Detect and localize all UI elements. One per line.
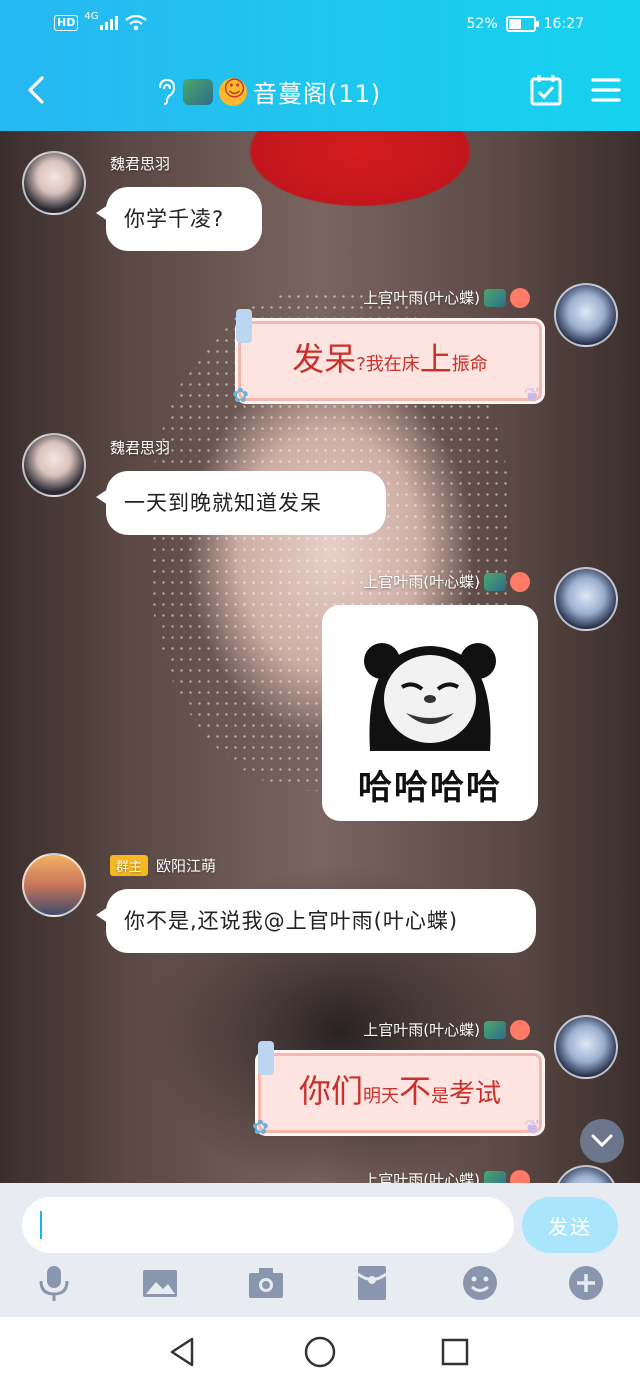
- chat-area[interactable]: 魏君思羽 你学千凌? 上官叶雨(叶心蝶) 发呆 ?我在 床 上 振命 ✿ ❦ 魏…: [0, 131, 640, 1183]
- avatar[interactable]: [554, 283, 618, 347]
- butterfly-decoration-icon: ❦: [524, 383, 541, 407]
- sender-name-text: 欧阳江萌: [156, 857, 217, 875]
- back-arrow-icon[interactable]: [20, 72, 56, 108]
- bow-decoration-icon: ✿: [232, 383, 249, 407]
- dragon-emoji-icon: [484, 1170, 506, 1183]
- fancy-text: 上: [419, 340, 452, 378]
- sender-name-text: 魏君思羽: [110, 439, 171, 457]
- message-bubble[interactable]: 你学千凌?: [96, 187, 262, 251]
- chat-title: 音蔓阁(11): [253, 80, 382, 108]
- fancy-text: 明天: [362, 1086, 399, 1107]
- nav-back-icon[interactable]: [166, 1335, 200, 1369]
- fancy-text: 是: [431, 1086, 449, 1107]
- smile-emoji-icon: [510, 1019, 530, 1040]
- nav-home-icon[interactable]: [303, 1335, 337, 1369]
- butterfly-decoration-icon: ❦: [524, 1115, 541, 1139]
- sender-name: 群主 欧阳江萌: [110, 855, 216, 876]
- sticker-caption: 哈哈哈哈: [358, 768, 502, 808]
- input-toolbar: [0, 1263, 640, 1309]
- ear-icon: [159, 78, 176, 105]
- camera-icon[interactable]: [246, 1263, 286, 1303]
- avatar[interactable]: [22, 151, 86, 215]
- chat-title-group[interactable]: 音蔓阁(11): [155, 74, 381, 109]
- status-bar: HD 4G 52% 16:27: [0, 0, 640, 54]
- battery-fill: [508, 19, 522, 29]
- plus-icon[interactable]: [566, 1263, 606, 1303]
- calendar-check-icon[interactable]: [528, 72, 564, 108]
- smile-emoji-icon: [510, 287, 530, 308]
- fancy-text: ?我在: [356, 354, 402, 375]
- dragon-emoji-icon: [484, 288, 506, 307]
- bottle-decoration-icon: [258, 1041, 274, 1075]
- fancy-message-bubble[interactable]: 发呆 ?我在 床 上 振命: [238, 321, 542, 401]
- group-owner-badge: 群主: [110, 855, 149, 876]
- fancy-text: 考试: [449, 1079, 502, 1109]
- top-bar: HD 4G 52% 16:27 ☺ 音蔓阁(11): [0, 0, 640, 131]
- battery-icon: [505, 16, 539, 32]
- sender-name-text: 上官叶雨(叶心蝶): [363, 573, 480, 591]
- avatar[interactable]: [22, 433, 86, 497]
- avatar[interactable]: [554, 1165, 618, 1183]
- sender-name: 上官叶雨(叶心蝶): [363, 1169, 530, 1183]
- scroll-to-bottom-button[interactable]: [580, 1119, 624, 1163]
- battery-percent: 52%: [466, 16, 498, 32]
- text-caret: [40, 1211, 42, 1239]
- fancy-text: 你们: [298, 1072, 363, 1110]
- avatar[interactable]: [22, 853, 86, 917]
- wifi-icon: [125, 14, 148, 31]
- smile-emoji-icon: [219, 77, 247, 106]
- chevron-down-icon: [591, 1134, 613, 1148]
- sender-name: 上官叶雨(叶心蝶): [363, 571, 530, 592]
- emoji-icon[interactable]: [460, 1263, 500, 1303]
- nav-recents-icon[interactable]: [438, 1335, 472, 1369]
- sender-name: 上官叶雨(叶心蝶): [363, 1019, 530, 1040]
- dragon-emoji-icon: [484, 1020, 506, 1039]
- chat-header: 音蔓阁(11): [0, 56, 640, 126]
- smile-emoji-icon: [510, 1169, 530, 1183]
- avatar[interactable]: [554, 1015, 618, 1079]
- signal-icon: 4G: [84, 11, 119, 30]
- system-navigation-bar: [0, 1317, 640, 1387]
- hd-indicator: HD: [54, 15, 79, 31]
- dragon-emoji-icon: [183, 78, 213, 105]
- sender-name-text: 上官叶雨(叶心蝶): [363, 1021, 480, 1039]
- panda-sticker-icon: [364, 643, 496, 751]
- red-packet-icon[interactable]: [352, 1263, 392, 1303]
- fancy-text: 不: [398, 1072, 431, 1110]
- sender-name-text: 上官叶雨(叶心蝶): [363, 289, 480, 307]
- network-type: 4G: [84, 11, 99, 22]
- smile-emoji-icon: [510, 571, 530, 592]
- bottle-decoration-icon: [236, 309, 252, 343]
- send-button[interactable]: 发送: [522, 1197, 618, 1253]
- fancy-text: 振命: [451, 354, 488, 375]
- sticker-message[interactable]: 哈哈哈哈: [322, 605, 538, 821]
- message-input[interactable]: [22, 1197, 514, 1253]
- image-icon[interactable]: [140, 1263, 180, 1303]
- fancy-text: 发呆: [292, 340, 357, 378]
- fancy-message-bubble[interactable]: 你们 明天 不 是 考试: [258, 1053, 542, 1133]
- fancy-text: 床: [401, 354, 420, 375]
- microphone-icon[interactable]: [34, 1263, 74, 1303]
- sender-name-text: 魏君思羽: [110, 155, 171, 173]
- message-bubble[interactable]: 一天到晚就知道发呆: [96, 471, 386, 535]
- bow-decoration-icon: ✿: [252, 1115, 269, 1139]
- sender-name: 魏君思羽: [110, 437, 170, 458]
- dragon-emoji-icon: [484, 572, 506, 591]
- message-bubble[interactable]: 你不是,还说我@上官叶雨(叶心蝶): [96, 889, 536, 953]
- sender-name: 魏君思羽: [110, 153, 170, 174]
- clock: 16:27: [543, 16, 584, 32]
- input-bar: 发送: [0, 1183, 640, 1317]
- menu-icon[interactable]: [590, 72, 622, 108]
- sender-name-text: 上官叶雨(叶心蝶): [363, 1171, 480, 1183]
- avatar[interactable]: [554, 567, 618, 631]
- sender-name: 上官叶雨(叶心蝶): [363, 287, 530, 308]
